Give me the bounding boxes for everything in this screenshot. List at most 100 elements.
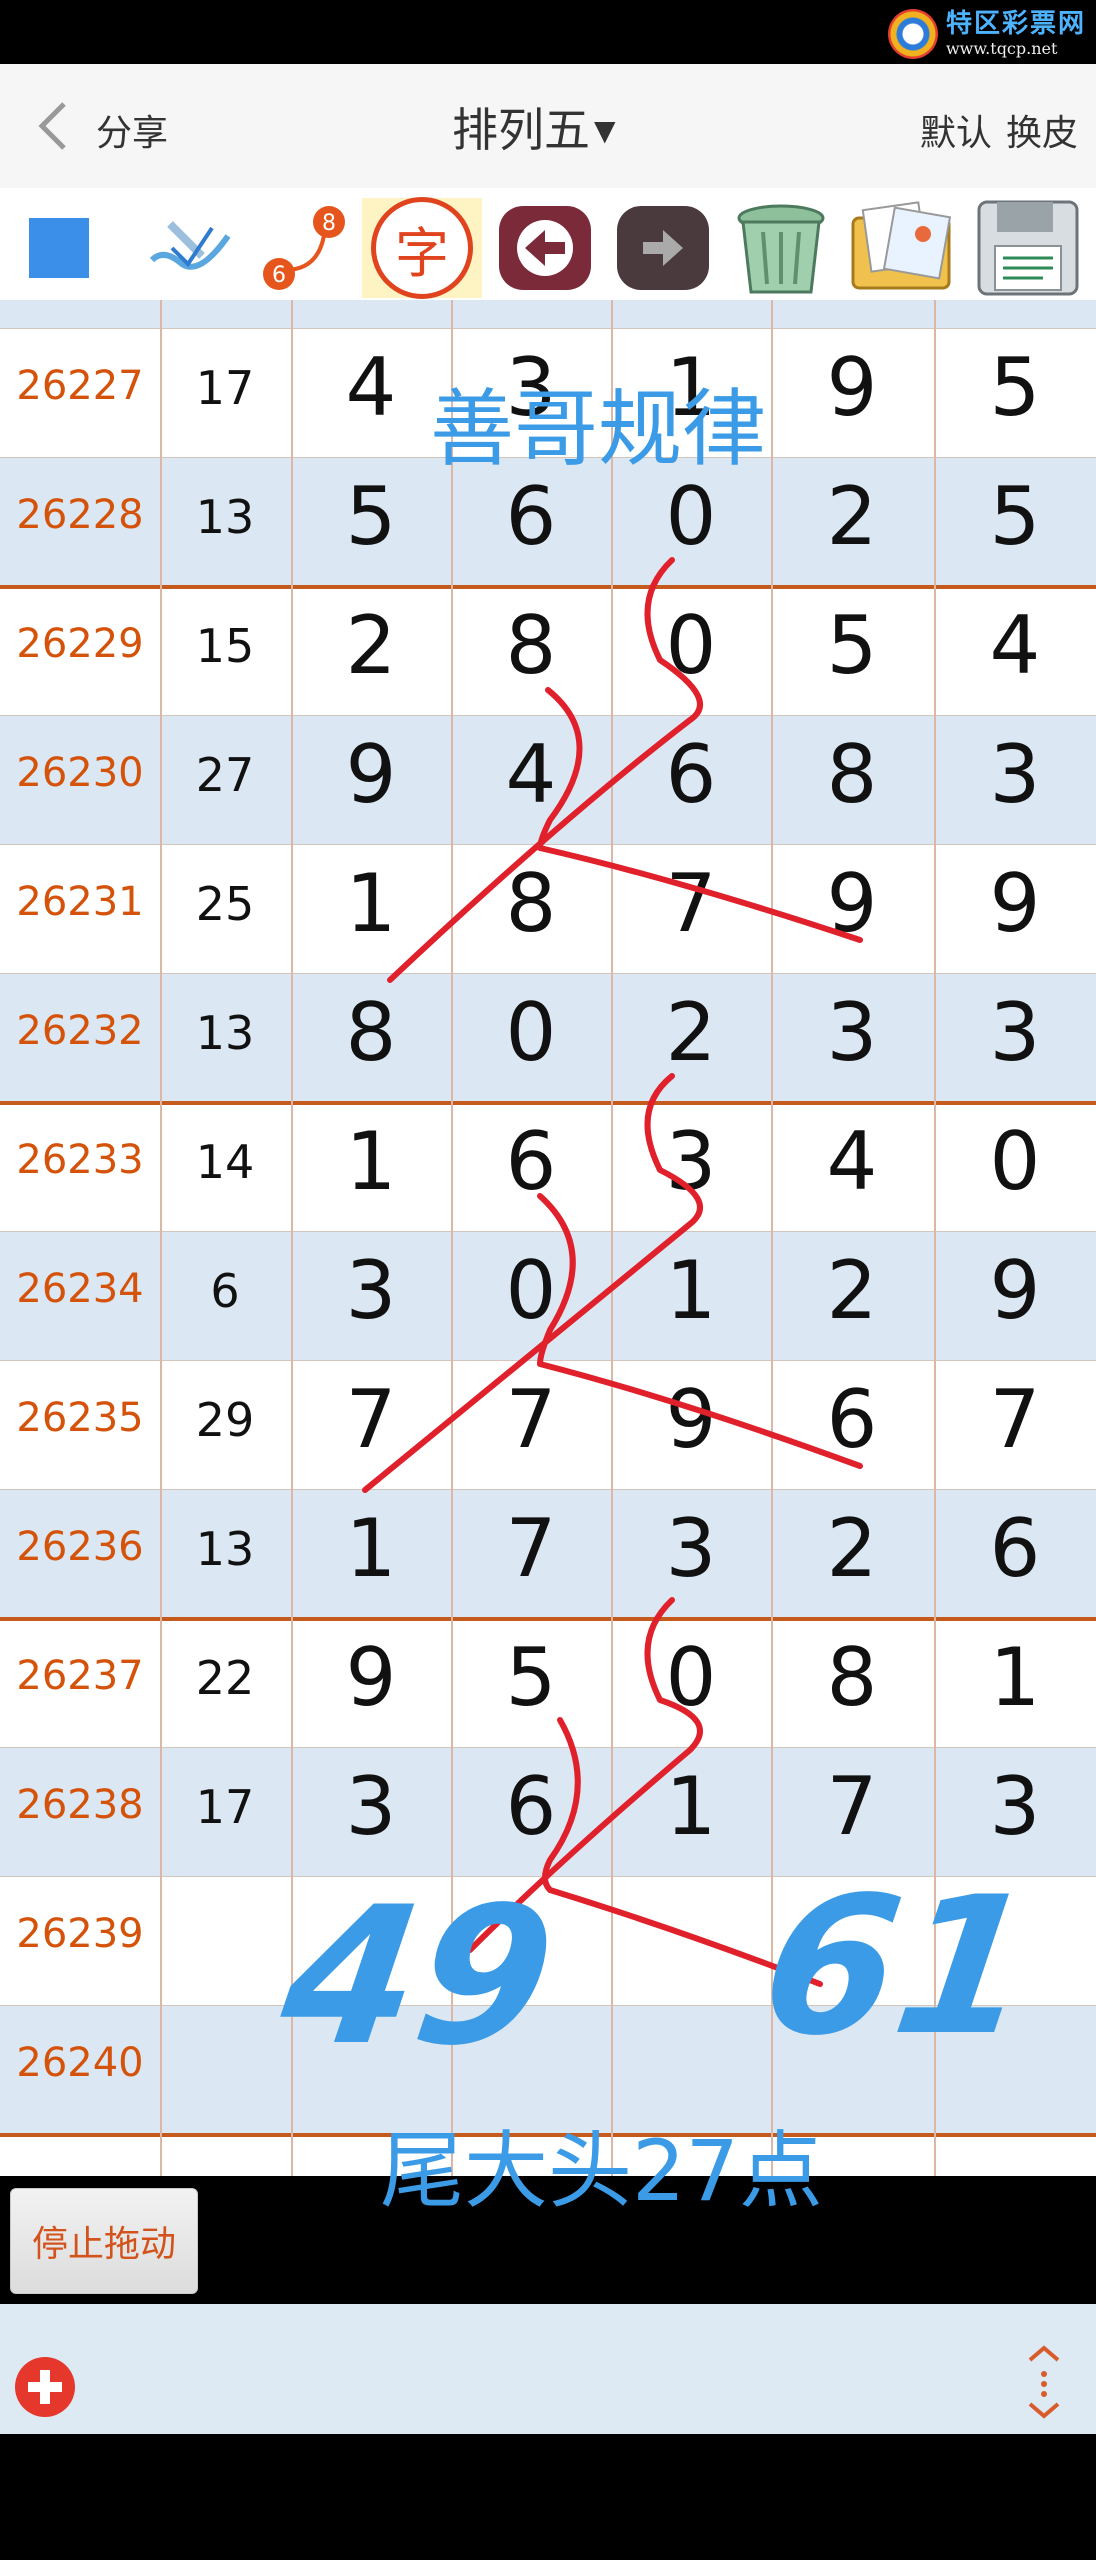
digit-cell[interactable]: 3 (291, 1244, 451, 1337)
character-icon[interactable]: 字 (362, 197, 482, 299)
digit-cell[interactable]: 9 (772, 341, 932, 434)
change-skin-button[interactable]: 换皮 (1006, 104, 1078, 156)
stop-drag-button[interactable]: 停止拖动 (10, 2188, 198, 2294)
digit-cell[interactable]: 6 (451, 1760, 611, 1853)
digit-cell[interactable]: 8 (451, 857, 611, 950)
digit-cell[interactable]: 4 (451, 728, 611, 821)
group-separator (0, 1617, 1096, 1621)
digit-cell[interactable]: 2 (772, 1244, 932, 1337)
digit-sum: 15 (195, 619, 255, 673)
issue-number: 26238 (16, 1782, 144, 1828)
back-arrow-icon[interactable] (492, 198, 598, 298)
digit-cell[interactable]: 1 (291, 1115, 451, 1208)
issue-number: 26234 (16, 1266, 144, 1312)
digit-cell[interactable]: 3 (935, 986, 1095, 1079)
digit-cell[interactable]: 7 (451, 1373, 611, 1466)
digit-cell[interactable]: 7 (611, 857, 771, 950)
digit-cell[interactable]: 1 (291, 857, 451, 950)
digit-cell[interactable]: 5 (291, 470, 451, 563)
digit-cell[interactable]: 9 (772, 857, 932, 950)
digit-cell[interactable]: 4 (935, 599, 1095, 692)
digit-cell[interactable]: 0 (451, 300, 611, 305)
digit-cell[interactable]: 3 (291, 1760, 451, 1853)
digit-cell[interactable]: 2 (772, 1502, 932, 1595)
chevron-left-icon[interactable] (32, 100, 76, 152)
digit-sum: 13 (195, 1006, 255, 1060)
column-divider (611, 300, 613, 2176)
digit-cell[interactable]: 1 (611, 1760, 771, 1853)
digit-cell[interactable]: 0 (451, 986, 611, 1079)
digit-cell[interactable]: 5 (772, 599, 932, 692)
digit-cell[interactable]: 6 (451, 1115, 611, 1208)
digit-cell[interactable]: 5 (935, 341, 1095, 434)
table-row: 26233 14 1 6 3 4 0 (0, 1103, 1096, 1232)
digit-cell[interactable]: 9 (291, 728, 451, 821)
digit-cell[interactable]: 0 (611, 470, 771, 563)
app-header: 分享 排列五 ▼ 默认 换皮 (0, 64, 1096, 188)
digit-cell[interactable]: 9 (935, 300, 1095, 305)
lottery-type-dropdown[interactable]: 排列五 ▼ (452, 94, 616, 160)
default-button[interactable]: 默认 (920, 104, 992, 156)
digit-cell[interactable]: 2 (772, 470, 932, 563)
caret-down-icon: ▼ (594, 113, 616, 147)
digit-cell[interactable]: 8 (291, 986, 451, 1079)
digit-cell[interactable]: 6 (935, 1502, 1095, 1595)
table-row: 26235 29 7 7 9 6 7 (0, 1361, 1096, 1490)
digit-cell[interactable]: 7 (935, 1373, 1095, 1466)
digit-cell[interactable]: 3 (772, 986, 932, 1079)
digit-cell[interactable]: 0 (451, 1244, 611, 1337)
digit-cell[interactable]: 1 (611, 1244, 771, 1337)
status-bar: 特区彩票网 www.tqcp.net (0, 0, 1096, 64)
digit-cell[interactable]: 9 (291, 1631, 451, 1724)
digit-cell[interactable]: 9 (935, 1244, 1095, 1337)
group-separator (0, 1101, 1096, 1105)
issue-number: 26232 (16, 1008, 144, 1054)
digit-cell[interactable]: 9 (935, 857, 1095, 950)
digit-sum: 25 (195, 877, 255, 931)
digit-cell[interactable]: 6 (611, 728, 771, 821)
connect-6-8-icon[interactable]: 6 8 (255, 198, 355, 298)
digit-cell[interactable]: 2 (611, 986, 771, 1079)
digit-cell[interactable]: 0 (772, 300, 932, 305)
handwritten-number-left: 49 (270, 1866, 566, 2087)
blue-square-icon[interactable] (24, 198, 94, 298)
vertical-scroll-icon[interactable] (1022, 2344, 1066, 2420)
digit-cell[interactable]: 6 (451, 470, 611, 563)
digit-cell[interactable]: 1 (291, 1502, 451, 1595)
digit-cell[interactable]: 8 (772, 728, 932, 821)
photos-icon[interactable] (842, 198, 960, 298)
connect-end-label: 8 (322, 211, 336, 236)
forward-arrow-icon[interactable] (610, 198, 716, 298)
column-divider (771, 300, 773, 2176)
eraser-pen-icon[interactable] (140, 198, 240, 298)
digit-cell[interactable]: 9 (611, 1373, 771, 1466)
share-button[interactable]: 分享 (96, 104, 168, 156)
save-floppy-icon[interactable] (970, 198, 1086, 298)
trash-icon[interactable] (726, 198, 836, 298)
digit-cell[interactable]: 5 (935, 470, 1095, 563)
digit-cell[interactable]: 7 (772, 1760, 932, 1853)
issue-number: 26237 (16, 1653, 144, 1699)
digit-cell[interactable]: 1 (935, 1631, 1095, 1724)
digit-cell[interactable]: 0 (935, 1115, 1095, 1208)
digit-cell[interactable]: 8 (451, 599, 611, 692)
digit-cell[interactable]: 4 (772, 1115, 932, 1208)
digit-cell[interactable]: 2 (291, 300, 451, 305)
digit-cell[interactable]: 0 (611, 1631, 771, 1724)
add-icon[interactable] (14, 2356, 76, 2418)
digit-cell[interactable]: 1 (611, 300, 771, 305)
table-row: 26234 6 3 0 1 2 9 (0, 1232, 1096, 1361)
digit-cell[interactable]: 4 (291, 341, 451, 434)
digit-cell[interactable]: 7 (291, 1373, 451, 1466)
digit-cell[interactable]: 3 (935, 728, 1095, 821)
digit-cell[interactable]: 5 (451, 1631, 611, 1724)
digit-cell[interactable]: 6 (772, 1373, 932, 1466)
digit-cell[interactable]: 0 (611, 599, 771, 692)
annotation-title: 善哥规律 (430, 380, 767, 478)
digit-cell[interactable]: 3 (611, 1502, 771, 1595)
digit-cell[interactable]: 8 (772, 1631, 932, 1724)
digit-cell[interactable]: 3 (611, 1115, 771, 1208)
digit-cell[interactable]: 2 (291, 599, 451, 692)
digit-cell[interactable]: 7 (451, 1502, 611, 1595)
digit-cell[interactable]: 3 (935, 1760, 1095, 1853)
